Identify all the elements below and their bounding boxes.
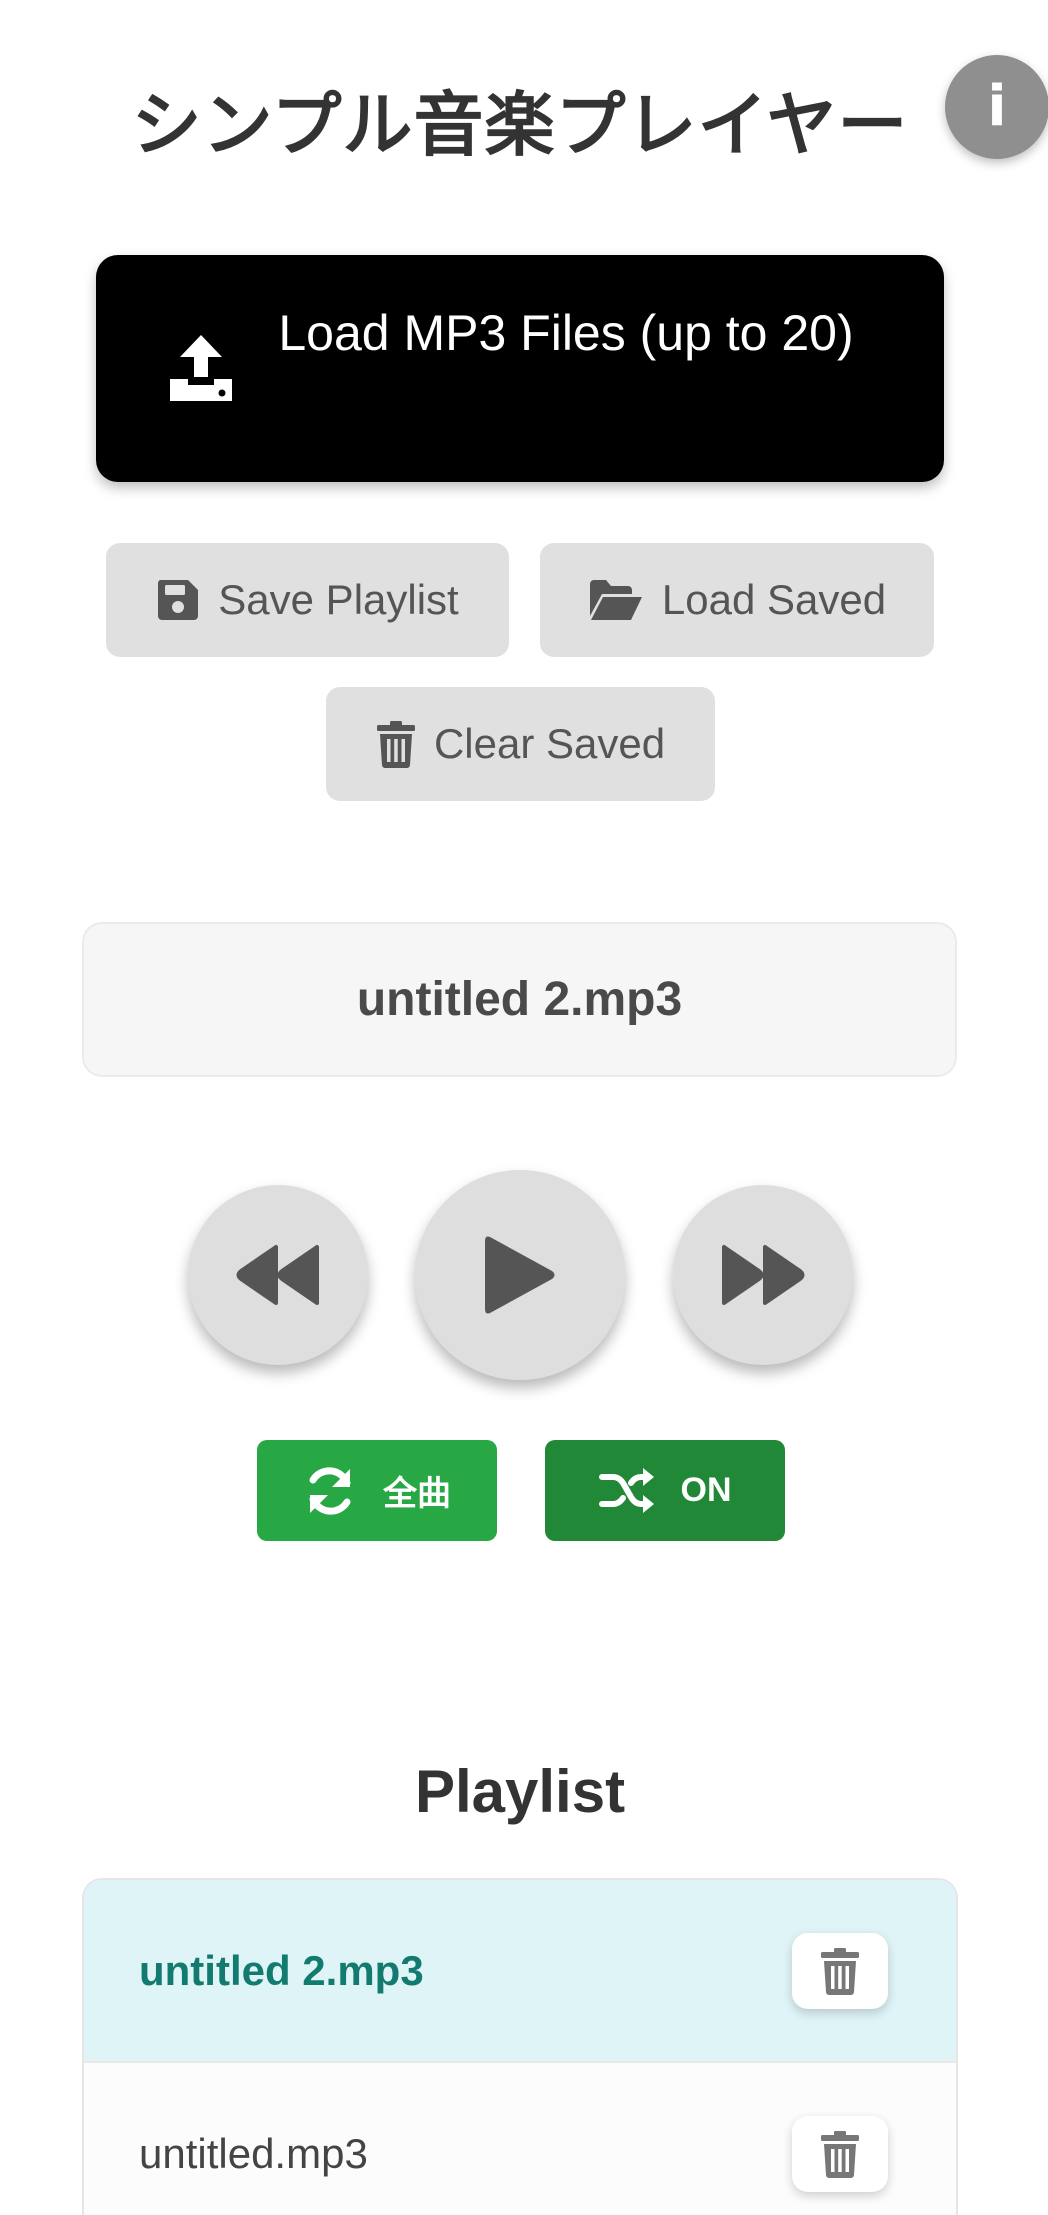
playlist-item[interactable]: untitled.mp3: [84, 2063, 956, 2215]
load-saved-label: Load Saved: [661, 576, 887, 623]
playlist-item[interactable]: untitled 2.mp3: [84, 1880, 956, 2063]
playlist-item-name: untitled.mp3: [139, 2129, 368, 2177]
play-icon: [485, 1236, 555, 1314]
play-button[interactable]: [415, 1170, 625, 1380]
playlist-heading: Playlist: [414, 1758, 626, 1825]
previous-track-button[interactable]: [188, 1185, 368, 1365]
playlist-item-delete-button[interactable]: [792, 2115, 888, 2192]
upload-icon: [170, 335, 232, 401]
repeat-mode-button[interactable]: 全曲: [257, 1440, 497, 1541]
folder-open-icon: [589, 580, 642, 620]
repeat-icon: [309, 1466, 351, 1515]
load-mp3-files-button[interactable]: Load MP3 Files (up to 20): [96, 255, 944, 482]
clear-saved-label: Clear Saved: [433, 720, 666, 767]
trash-icon: [821, 1947, 859, 1995]
next-track-button[interactable]: [673, 1185, 853, 1365]
shuffle-label: ON: [680, 1471, 732, 1509]
trash-icon: [821, 2130, 859, 2178]
shuffle-icon: [598, 1467, 654, 1513]
clear-saved-button[interactable]: Clear Saved: [326, 687, 715, 801]
shuffle-button[interactable]: ON: [545, 1440, 785, 1541]
app-title: シンプル音楽プレイヤー: [131, 84, 909, 166]
floppy-disk-icon: [158, 580, 199, 620]
trash-icon: [376, 721, 415, 768]
playlist-list: untitled 2.mp3 untitled.mp3: [82, 1878, 958, 2215]
info-button[interactable]: i: [945, 55, 1048, 159]
save-playlist-label: Save Playlist: [218, 576, 459, 623]
load-mp3-files-label: Load MP3 Files (up to 20): [278, 305, 854, 361]
playlist-item-name: untitled 2.mp3: [139, 1946, 424, 1994]
app-root: シンプル音楽プレイヤー i Load MP3 Files (up to 20) …: [0, 0, 1048, 2215]
load-saved-button[interactable]: Load Saved: [540, 543, 934, 657]
forward-icon: [722, 1245, 805, 1305]
save-playlist-button[interactable]: Save Playlist: [106, 543, 509, 657]
backward-icon: [236, 1245, 319, 1305]
playlist-item-delete-button[interactable]: [792, 1932, 888, 2009]
now-playing-display: untitled 2.mp3: [82, 922, 957, 1077]
repeat-mode-label: 全曲: [383, 1475, 451, 1513]
